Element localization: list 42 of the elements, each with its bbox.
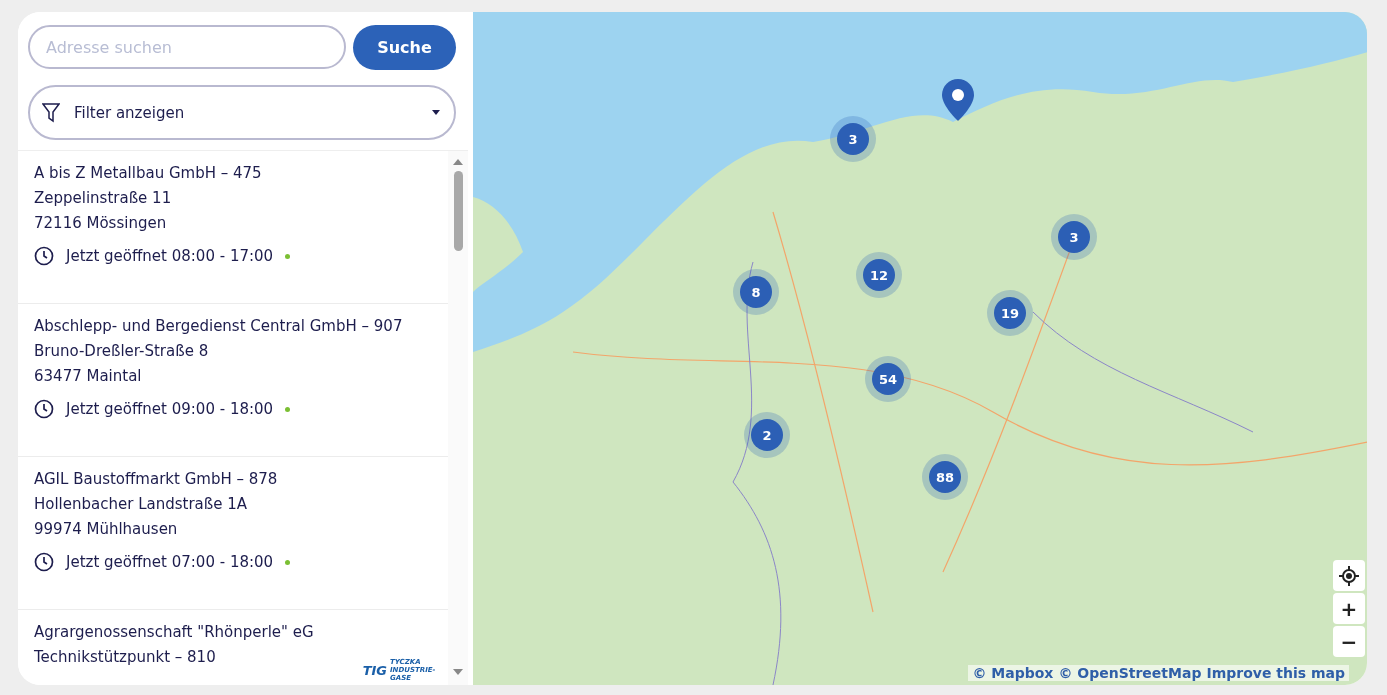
location-street: Bruno-Dreßler-Straße 8 [34, 341, 209, 361]
locate-button[interactable] [1333, 560, 1365, 591]
location-street: Zeppelinstraße 11 [34, 188, 172, 208]
location-name: AGIL Baustoffmarkt GmbH – 878 [34, 469, 278, 489]
location-city: 72116 Mössingen [34, 213, 167, 233]
scrollbar-thumb[interactable] [453, 171, 463, 251]
scroll-up-icon[interactable] [453, 159, 463, 167]
marker-cluster[interactable]: 3 [1051, 214, 1097, 260]
clock-icon [34, 399, 54, 419]
attribution-link[interactable]: © Mapbox [972, 665, 1054, 681]
location-street: Technikstützpunkt – 810 [34, 647, 216, 667]
scroll-down-icon[interactable] [453, 667, 463, 675]
marker-cluster[interactable]: 8 [733, 269, 779, 315]
locate-icon [1339, 565, 1359, 586]
location-name: Abschlepp- und Bergedienst Central GmbH – 907 [34, 316, 403, 336]
location-name: A bis Z Metallbau GmbH – 475 [34, 163, 262, 183]
address-search-field[interactable]: Adresse suchen [28, 25, 346, 69]
location-street: Hollenbacher Landstraße 1A [34, 494, 248, 514]
attribution-link[interactable]: © OpenStreetMap [1058, 665, 1202, 681]
logo-mark: TIG [362, 662, 387, 678]
marker-cluster[interactable]: 12 [856, 252, 902, 298]
opening-hours: Jetzt geöffnet 08:00 - 17:00 [66, 246, 274, 266]
location-city: 63477 Maintal [34, 366, 142, 386]
marker-cluster[interactable]: 3 [830, 116, 876, 162]
marker-cluster[interactable]: 2 [744, 412, 790, 458]
caret-icon [432, 110, 440, 115]
location-city: 99974 Mühlhausen [34, 519, 178, 539]
marker-cluster[interactable]: 88 [922, 454, 968, 500]
zoom-out-button[interactable]: − [1333, 626, 1365, 657]
opening-hours: Jetzt geöffnet 09:00 - 18:00 [66, 399, 274, 419]
filter-dropdown[interactable]: Filter anzeigen [28, 85, 456, 140]
search-button[interactable]: Suche [353, 25, 456, 70]
opening-hours: Jetzt geöffnet 07:00 - 18:00 [66, 552, 274, 572]
attribution-link[interactable]: Improve this map [1206, 665, 1345, 681]
marker-cluster[interactable]: 54 [865, 356, 911, 402]
location-name: Agrargenossenschaft "Rhönperle" eG [34, 622, 314, 642]
marker-cluster[interactable]: 19 [987, 290, 1033, 336]
clock-icon [34, 246, 54, 266]
clock-icon [34, 552, 54, 572]
zoom-in-button[interactable]: + [1333, 593, 1365, 624]
filter-icon [42, 102, 60, 123]
location-pin-icon [941, 78, 975, 122]
